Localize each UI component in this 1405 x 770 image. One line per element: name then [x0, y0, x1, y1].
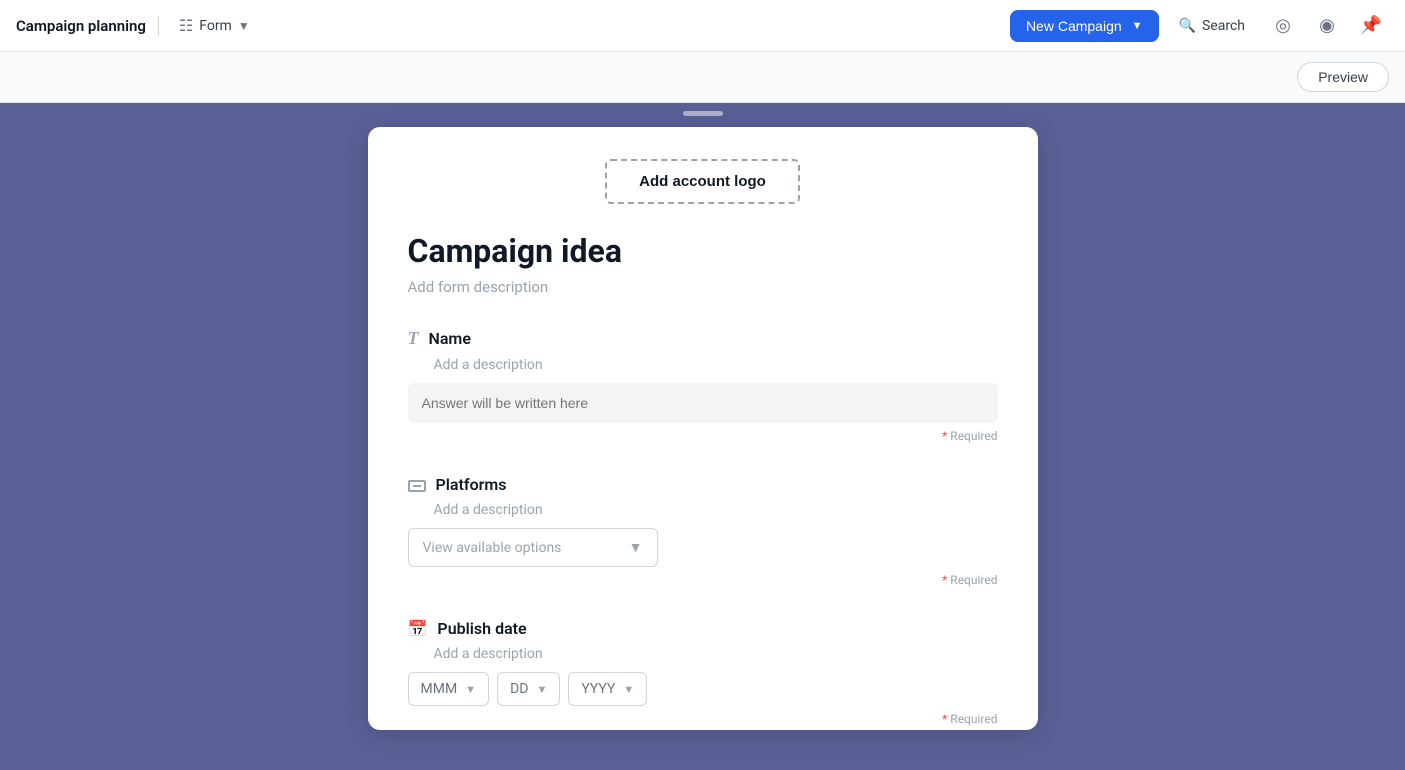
add-logo-button[interactable]: Add account logo — [605, 159, 800, 204]
publish-date-required-text: Required — [950, 712, 997, 726]
add-logo-label: Add account logo — [639, 173, 766, 190]
preview-bar: Preview — [0, 52, 1405, 103]
preview-label: Preview — [1318, 69, 1368, 85]
form-card: Add account logo Campaign idea Add form … — [368, 127, 1038, 730]
logo-placeholder: Add account logo — [408, 159, 998, 204]
day-select[interactable]: DD ▼ — [497, 672, 560, 706]
publish-date-required-star: * — [942, 712, 947, 726]
required-star: * — [942, 429, 947, 443]
scroll-handle — [683, 111, 723, 116]
new-campaign-button[interactable]: New Campaign ▼ — [1010, 10, 1159, 42]
eye-icon: ◉ — [1319, 15, 1335, 36]
form-title: Campaign idea — [408, 232, 998, 270]
search-button[interactable]: 🔍 Search — [1167, 12, 1257, 40]
day-chevron-icon: ▼ — [536, 683, 547, 696]
publish-date-field-header: 📅 Publish date — [408, 619, 998, 638]
search-icon: 🔍 — [1179, 18, 1196, 34]
platforms-field-label: Platforms — [436, 475, 507, 494]
year-chevron-icon: ▼ — [623, 683, 634, 696]
publish-date-required-label: * Required — [408, 712, 998, 726]
platforms-field-header: Platforms — [408, 475, 998, 494]
platforms-chevron-icon: ▼ — [629, 539, 643, 556]
platforms-field-description: Add a description — [434, 502, 998, 518]
form-description: Add form description — [408, 278, 998, 296]
month-chevron-icon: ▼ — [465, 683, 476, 696]
platforms-dropdown[interactable]: View available options ▼ — [408, 528, 658, 567]
dropdown-type-icon — [408, 480, 426, 492]
new-campaign-chevron-icon: ▼ — [1132, 20, 1143, 32]
name-field-description: Add a description — [434, 357, 998, 373]
pin-icon: 📌 — [1360, 15, 1382, 36]
text-type-icon: T — [408, 328, 419, 349]
platforms-field-section: Platforms Add a description View availab… — [408, 475, 998, 587]
name-field-section: T Name Add a description * Required — [408, 328, 998, 443]
user-icon-button[interactable]: ◎ — [1265, 8, 1301, 44]
search-label: Search — [1202, 18, 1245, 34]
day-label: DD — [510, 681, 528, 697]
name-text-input[interactable] — [408, 383, 998, 423]
topbar: Campaign planning ☷ Form ▼ New Campaign … — [0, 0, 1405, 52]
publish-date-field-section: 📅 Publish date Add a description MMM ▼ D… — [408, 619, 998, 726]
eye-icon-button[interactable]: ◉ — [1309, 8, 1345, 44]
month-label: MMM — [421, 681, 458, 697]
publish-date-field-label: Publish date — [437, 619, 526, 638]
name-field-header: T Name — [408, 328, 998, 349]
form-label: Form — [199, 18, 232, 34]
form-button[interactable]: ☷ Form ▼ — [171, 12, 258, 39]
topbar-right: New Campaign ▼ 🔍 Search ◎ ◉ 📌 — [1010, 8, 1389, 44]
user-icon: ◎ — [1275, 15, 1291, 36]
new-campaign-label: New Campaign — [1026, 18, 1122, 34]
publish-date-field-description: Add a description — [434, 646, 998, 662]
main-area: Add account logo Campaign idea Add form … — [0, 103, 1405, 770]
preview-button[interactable]: Preview — [1297, 62, 1389, 92]
platforms-required-star: * — [942, 573, 947, 587]
calendar-type-icon: 📅 — [408, 619, 428, 638]
name-required-label: * Required — [408, 429, 998, 443]
pin-icon-button[interactable]: 📌 — [1353, 8, 1389, 44]
topbar-divider — [158, 16, 159, 36]
year-select[interactable]: YYYY ▼ — [568, 672, 647, 706]
form-icon: ☷ — [179, 16, 193, 35]
platforms-required-label: * Required — [408, 573, 998, 587]
app-title: Campaign planning — [16, 17, 146, 35]
date-row: MMM ▼ DD ▼ YYYY ▼ — [408, 672, 998, 706]
platforms-required-text: Required — [950, 573, 997, 587]
year-label: YYYY — [581, 681, 615, 697]
month-select[interactable]: MMM ▼ — [408, 672, 490, 706]
platforms-dropdown-placeholder: View available options — [423, 540, 562, 556]
chevron-down-icon: ▼ — [238, 19, 250, 33]
name-field-label: Name — [429, 329, 471, 348]
topbar-left: Campaign planning ☷ Form ▼ — [16, 12, 1010, 39]
name-required-text: Required — [950, 429, 997, 443]
